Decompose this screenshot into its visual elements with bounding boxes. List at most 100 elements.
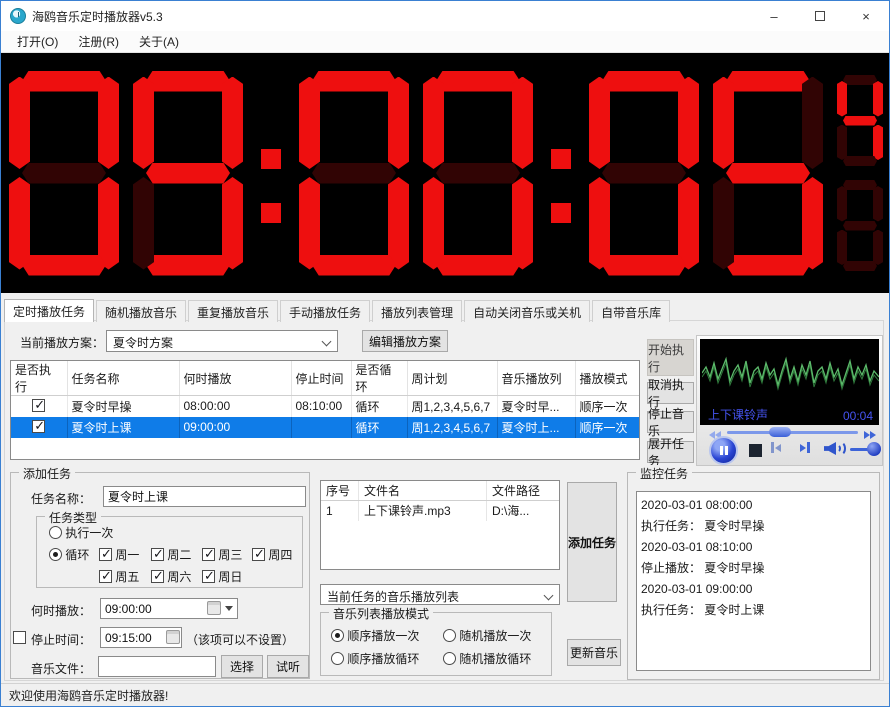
seek-handle[interactable] bbox=[769, 427, 791, 437]
elapsed-time: 00:04 bbox=[843, 409, 873, 423]
add-task-button[interactable]: 添加任务 bbox=[567, 482, 617, 602]
tab-auto-shutdown[interactable]: 自动关闭音乐或关机 bbox=[464, 300, 590, 322]
tab-playlist-manage[interactable]: 播放列表管理 bbox=[372, 300, 462, 322]
volume-handle[interactable] bbox=[867, 442, 881, 456]
col-name[interactable]: 任务名称 bbox=[67, 361, 179, 396]
cell-loop: 循环 bbox=[351, 396, 407, 417]
maximize-button[interactable] bbox=[797, 1, 843, 31]
col-loop[interactable]: 是否循环 bbox=[351, 361, 407, 396]
seek-bar[interactable] bbox=[727, 431, 858, 434]
list-item[interactable]: 1 上下课铃声.mp3 D:\海... bbox=[321, 501, 559, 521]
music-file-input[interactable] bbox=[98, 656, 216, 677]
start-execute-button[interactable]: 开始执行 bbox=[647, 339, 694, 376]
cancel-execute-button[interactable]: 取消执行 bbox=[647, 382, 694, 404]
cell-loop: 循环 bbox=[351, 417, 407, 438]
audition-button[interactable]: 试听 bbox=[267, 655, 309, 678]
col-week-plan[interactable]: 周计划 bbox=[407, 361, 497, 396]
cell-playlist: 夏令时上... bbox=[497, 417, 575, 438]
tab-strip: 定时播放任务 随机播放音乐 重复播放音乐 手动播放任务 播放列表管理 自动关闭音… bbox=[4, 300, 672, 322]
play-time-label: 何时播放： bbox=[31, 602, 91, 619]
col-mode[interactable]: 播放模式 bbox=[575, 361, 639, 396]
time-dropdown-icon[interactable] bbox=[225, 606, 233, 611]
waveform-display: 上下课铃声 00:04 bbox=[700, 339, 879, 425]
cell-mode: 顺序一次 bbox=[575, 396, 639, 417]
weekday-tuesday[interactable]: 周二 bbox=[151, 546, 191, 563]
weekday-wednesday[interactable]: 周三 bbox=[202, 546, 242, 563]
stop-button[interactable] bbox=[749, 444, 762, 457]
run-once-radio-icon[interactable] bbox=[49, 526, 62, 539]
music-file-label: 音乐文件： bbox=[31, 660, 91, 677]
close-button[interactable]: × bbox=[843, 1, 889, 31]
menu-about[interactable]: 关于(A) bbox=[129, 31, 189, 52]
volume-icon[interactable] bbox=[824, 441, 846, 456]
scheme-value: 夏令时方案 bbox=[113, 336, 173, 350]
statusbar: 欢迎使用海鸥音乐定时播放器! bbox=[1, 683, 889, 706]
edit-scheme-button[interactable]: 编辑播放方案 bbox=[362, 330, 448, 352]
update-music-button[interactable]: 更新音乐 bbox=[567, 639, 621, 666]
time-picker-icon[interactable] bbox=[166, 630, 180, 644]
weekday-saturday[interactable]: 周六 bbox=[151, 568, 191, 585]
task-table: 是否执行 任务名称 何时播放 停止时间 是否循环 周计划 音乐播放列 播放模式 bbox=[10, 360, 640, 460]
col-enabled[interactable]: 是否执行 bbox=[11, 361, 67, 396]
monitor-line: 停止播放： 夏令时早操 bbox=[641, 558, 866, 579]
weekday-sunday[interactable]: 周日 bbox=[202, 568, 242, 585]
radio-loop[interactable]: 循环 bbox=[49, 546, 89, 563]
table-row[interactable]: 夏令时上课 09:00:00 循环 周1,2,3,4,5,6,7 夏令时上...… bbox=[11, 417, 639, 438]
menu-open[interactable]: 打开(O) bbox=[7, 31, 68, 52]
task-type-group: 任务类型 执行一次 循环 周一 周二 周三 周四 周五 周六 周日 bbox=[36, 516, 303, 588]
pause-button[interactable] bbox=[709, 436, 738, 465]
scheme-select[interactable]: 夏令时方案 bbox=[106, 330, 338, 352]
window-title: 海鸥音乐定时播放器v5.3 bbox=[32, 8, 163, 25]
main-area: 定时播放任务 随机播放音乐 重复播放音乐 手动播放任务 播放列表管理 自动关闭音… bbox=[1, 293, 889, 685]
play-mode-group: 音乐列表播放模式 顺序播放一次 随机播放一次 顺序播放循环 随机播放循环 bbox=[320, 612, 552, 676]
loop-radio-icon[interactable] bbox=[49, 548, 62, 561]
col-play-time[interactable]: 何时播放 bbox=[179, 361, 291, 396]
stop-music-button[interactable]: 停止音乐 bbox=[647, 411, 694, 433]
mode-rand-once[interactable]: 随机播放一次 bbox=[443, 627, 531, 644]
row-checkbox[interactable] bbox=[32, 420, 45, 433]
minimize-button[interactable]: – bbox=[751, 1, 797, 31]
tab-timed-play[interactable]: 定时播放任务 bbox=[4, 299, 94, 322]
file-col-path[interactable]: 文件路径 bbox=[487, 481, 557, 500]
task-name-label: 任务名称： bbox=[31, 490, 91, 507]
next-track-button[interactable] bbox=[800, 442, 810, 453]
tab-repeat-play[interactable]: 重复播放音乐 bbox=[188, 300, 278, 322]
monitor-line: 执行任务： 夏令时早操 bbox=[641, 516, 866, 537]
chevron-down-icon bbox=[322, 337, 332, 347]
monitor-group: 监控任务 2020-03-01 08:00:00 执行任务： 夏令时早操 202… bbox=[627, 472, 880, 680]
cell-play-time: 09:00:00 bbox=[179, 417, 291, 438]
col-playlist[interactable]: 音乐播放列 bbox=[497, 361, 575, 396]
row-checkbox[interactable] bbox=[32, 399, 45, 412]
cell-stop-time: 08:10:00 bbox=[291, 396, 351, 417]
file-col-no[interactable]: 序号 bbox=[321, 481, 359, 500]
chevron-down-icon bbox=[544, 591, 554, 601]
previous-track-button[interactable] bbox=[771, 442, 781, 453]
radio-run-once[interactable]: 执行一次 bbox=[49, 524, 113, 541]
task-name-input[interactable] bbox=[103, 486, 306, 507]
tab-builtin-library[interactable]: 自带音乐库 bbox=[592, 300, 670, 322]
table-row[interactable]: 夏令时早操 08:00:00 08:10:00 循环 周1,2,3,4,5,6,… bbox=[11, 396, 639, 417]
weekday-monday[interactable]: 周一 bbox=[99, 546, 139, 563]
playlist-select[interactable]: 当前任务的音乐播放列表 bbox=[320, 584, 560, 605]
col-stop-time[interactable]: 停止时间 bbox=[291, 361, 351, 396]
menu-register[interactable]: 注册(R) bbox=[68, 31, 129, 52]
expand-task-button[interactable]: 展开任务 bbox=[647, 441, 694, 463]
time-picker-icon[interactable] bbox=[207, 601, 221, 615]
weekday-thursday[interactable]: 周四 bbox=[252, 546, 292, 563]
cell-playlist: 夏令时早... bbox=[497, 396, 575, 417]
fast-forward-icon[interactable] bbox=[864, 428, 876, 442]
tab-random-play[interactable]: 随机播放音乐 bbox=[96, 300, 186, 322]
tab-manual-play[interactable]: 手动播放任务 bbox=[280, 300, 370, 322]
stop-time-checkbox[interactable] bbox=[13, 631, 26, 645]
choose-file-button[interactable]: 选择 bbox=[221, 655, 263, 678]
mode-seq-loop[interactable]: 顺序播放循环 bbox=[331, 650, 419, 667]
track-title: 上下课铃声 bbox=[708, 406, 768, 423]
mode-rand-loop[interactable]: 随机播放循环 bbox=[443, 650, 531, 667]
maximize-icon bbox=[815, 11, 825, 21]
monitor-log: 2020-03-01 08:00:00 执行任务： 夏令时早操 2020-03-… bbox=[636, 491, 871, 671]
app-icon bbox=[10, 8, 26, 24]
mode-seq-once[interactable]: 顺序播放一次 bbox=[331, 627, 419, 644]
weekday-friday[interactable]: 周五 bbox=[99, 568, 139, 585]
cell-task-name: 夏令时上课 bbox=[67, 417, 179, 438]
file-col-name[interactable]: 文件名 bbox=[359, 481, 487, 500]
